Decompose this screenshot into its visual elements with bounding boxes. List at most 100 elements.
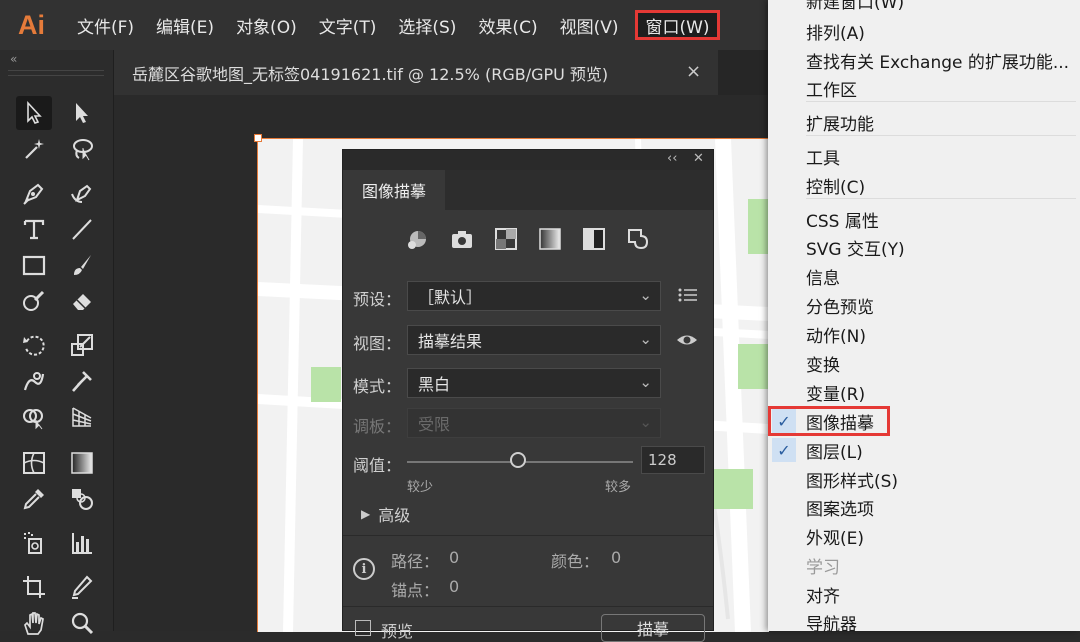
window-menu-item-label: 变换: [806, 355, 840, 376]
black-white-icon[interactable]: [579, 224, 609, 254]
selection-tool-icon[interactable]: [16, 96, 52, 130]
chevron-down-icon: ⌄: [639, 330, 652, 348]
window-menu-item[interactable]: 工作区: [768, 74, 1080, 102]
puppet-warp-tool-icon[interactable]: [64, 364, 100, 398]
window-menu-item[interactable]: 扩展功能: [768, 108, 1080, 136]
artboard-tool-icon[interactable]: [16, 570, 52, 604]
threshold-value-field[interactable]: 128: [641, 446, 705, 474]
threshold-slider-thumb[interactable]: [509, 452, 526, 468]
menu-window[interactable]: 窗口(W): [635, 10, 720, 40]
app-logo: Ai: [18, 9, 45, 40]
window-menu-item-label: 排列(A): [806, 23, 865, 44]
close-document-icon[interactable]: ×: [686, 61, 701, 82]
window-menu-item[interactable]: 排列(A): [768, 17, 1080, 45]
perspective-grid-tool-icon[interactable]: [64, 400, 100, 434]
paths-label: 路径：: [391, 552, 440, 571]
magic-wand-tool-icon[interactable]: [16, 132, 52, 166]
gradient-tool-icon[interactable]: [64, 446, 100, 480]
collapse-panel-icon[interactable]: ‹‹: [667, 151, 677, 166]
window-menu-item[interactable]: 分色预览: [768, 291, 1080, 319]
close-panel-icon[interactable]: ✕: [693, 151, 704, 166]
menu-select[interactable]: 选择(S): [387, 0, 467, 50]
menu-view[interactable]: 视图(V): [549, 0, 630, 50]
shape-builder-tool-icon[interactable]: [16, 400, 52, 434]
window-menu-item[interactable]: 控制(C): [768, 171, 1080, 199]
document-tab[interactable]: 岳麓区谷歌地图_无标签04191621.tif @ 12.5% (RGB/GPU…: [114, 50, 718, 95]
outline-icon[interactable]: [623, 224, 653, 254]
window-menu-item[interactable]: 查找有关 Exchange 的扩展功能...: [768, 46, 1080, 74]
warp-tool-icon[interactable]: [16, 364, 52, 398]
window-menu-item[interactable]: 动作(N): [768, 320, 1080, 348]
panel-title-bar[interactable]: ‹‹ ✕: [343, 150, 713, 170]
grayscale-icon[interactable]: [535, 224, 565, 254]
window-menu-item[interactable]: 变量(R): [768, 378, 1080, 406]
eraser-tool-icon[interactable]: [64, 284, 100, 318]
preset-select[interactable]: ［默认］ ⌄: [407, 281, 661, 311]
rectangle-tool-icon[interactable]: [16, 248, 52, 282]
pen-tool-icon[interactable]: [16, 176, 52, 210]
window-menu-item-label: 新建窗口(W): [806, 0, 905, 13]
symbol-sprayer-tool-icon[interactable]: [16, 526, 52, 560]
advanced-toggle[interactable]: ▶ 高级: [361, 502, 410, 526]
blend-tool-icon[interactable]: [64, 482, 100, 516]
view-value: 描摹结果: [418, 332, 483, 351]
menu-effect[interactable]: 效果(C): [467, 0, 548, 50]
paintbrush-tool-icon[interactable]: [64, 248, 100, 282]
tab-image-trace[interactable]: 图像描摹: [343, 170, 445, 210]
mode-select[interactable]: 黑白 ⌄: [407, 368, 661, 398]
menu-file[interactable]: 文件(F): [66, 0, 145, 50]
artboard-corner-handle[interactable]: [254, 134, 262, 142]
trace-button[interactable]: 描摹: [601, 614, 705, 642]
eye-icon[interactable]: [675, 330, 699, 354]
window-menu-item[interactable]: 信息: [768, 262, 1080, 290]
preset-list-icon[interactable]: [677, 284, 699, 310]
window-menu-item[interactable]: 导航器: [768, 608, 1080, 636]
window-menu-item[interactable]: 外观(E): [768, 522, 1080, 550]
preview-label: 预览: [381, 622, 414, 641]
window-menu-item[interactable]: 图形样式(S): [768, 465, 1080, 493]
rotate-tool-icon[interactable]: [16, 328, 52, 362]
view-select[interactable]: 描摹结果 ⌄: [407, 325, 661, 355]
low-color-icon[interactable]: [491, 224, 521, 254]
window-menu-item[interactable]: 新建窗口(W): [768, 0, 1080, 14]
column-graph-tool-icon[interactable]: [64, 526, 100, 560]
scale-tool-icon[interactable]: [64, 328, 100, 362]
document-tab-bar: 岳麓区谷歌地图_无标签04191621.tif @ 12.5% (RGB/GPU…: [114, 50, 768, 95]
colors-label: 颜色：: [551, 552, 600, 571]
toolbar-grip[interactable]: [8, 70, 104, 76]
image-trace-panel: ‹‹ ✕ 图像描摹 预设： ［默认］ ⌄ 视图： 描摹结果 ⌄ 模式： 黑白 ⌄…: [342, 149, 714, 642]
window-menu-item[interactable]: 图案选项: [768, 493, 1080, 521]
menu-type[interactable]: 文字(T): [308, 0, 388, 50]
threshold-less-label: 较少: [407, 480, 434, 495]
mesh-tool-icon[interactable]: [16, 446, 52, 480]
type-tool-icon[interactable]: [16, 212, 52, 246]
window-menu-item[interactable]: 变换: [768, 349, 1080, 377]
menu-separator: [806, 135, 1076, 136]
menu-object[interactable]: 对象(O): [225, 0, 308, 50]
threshold-label: 阈值：: [353, 456, 402, 475]
shaper-tool-icon[interactable]: [16, 284, 52, 318]
slice-tool-icon[interactable]: [64, 570, 100, 604]
menu-edit[interactable]: 编辑(E): [145, 0, 225, 50]
window-menu-item-label: 分色预览: [806, 297, 874, 318]
direct-selection-tool-icon[interactable]: [64, 96, 100, 130]
line-tool-icon[interactable]: [64, 212, 100, 246]
window-menu-item-label: 变量(R): [806, 384, 866, 405]
lasso-tool-icon[interactable]: [64, 132, 100, 166]
window-menu-item[interactable]: SVG 交互(Y): [768, 233, 1080, 261]
auto-color-icon[interactable]: [403, 224, 433, 254]
window-menu-item[interactable]: ✓ 图层(L): [768, 436, 1080, 464]
preview-checkbox[interactable]: [355, 620, 371, 636]
hand-tool-icon[interactable]: [16, 606, 52, 640]
eyedropper-tool-icon[interactable]: [16, 482, 52, 516]
high-color-icon[interactable]: [447, 224, 477, 254]
zoom-tool-icon[interactable]: [64, 606, 100, 640]
panel-divider: [343, 535, 713, 536]
window-menu-item[interactable]: 对齐: [768, 580, 1080, 608]
window-menu-item[interactable]: CSS 属性: [768, 205, 1080, 233]
window-menu-item[interactable]: 工具: [768, 142, 1080, 170]
toolbar-collapse-button[interactable]: «: [10, 52, 17, 66]
image-trace-highlight-box: [768, 406, 890, 436]
window-menu-item: 学习: [768, 551, 1080, 579]
curvature-tool-icon[interactable]: [64, 176, 100, 210]
